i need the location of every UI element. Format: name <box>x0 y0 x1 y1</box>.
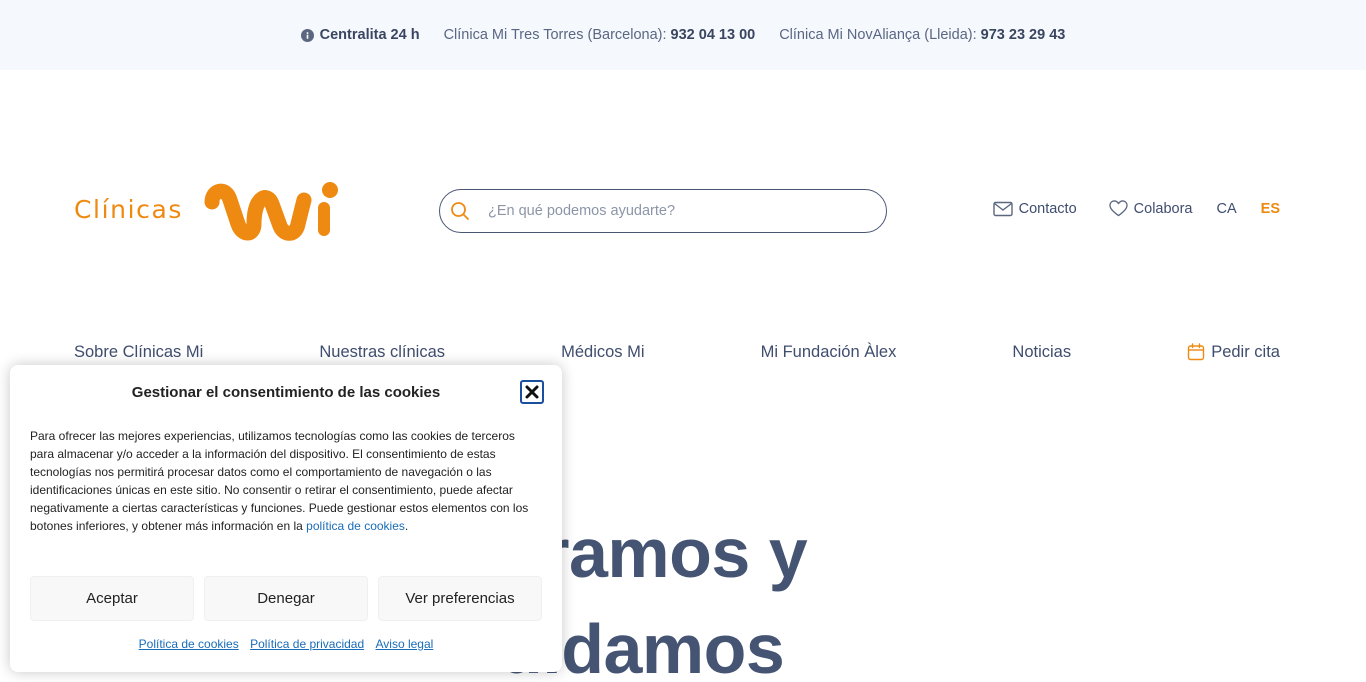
top-contact-bar: Centralita 24 h Clínica Mi Tres Torres (… <box>0 0 1366 70</box>
search-bar[interactable] <box>439 189 887 233</box>
cookie-dialog-title: Gestionar el consentimiento de las cooki… <box>131 384 441 401</box>
info-icon <box>300 28 314 42</box>
heart-icon <box>1108 200 1128 217</box>
cookie-body-end: . <box>404 519 409 533</box>
mail-icon <box>992 201 1013 216</box>
clinic1-phone-group[interactable]: Clínica Mi Tres Torres (Barcelona): 932 … <box>444 27 756 43</box>
clinic2-label: Clínica Mi NovAliança (Lleida): <box>779 27 977 43</box>
cookie-close-button[interactable] <box>520 380 544 404</box>
colabora-label: Colabora <box>1133 200 1193 217</box>
cookie-policy-inline-link[interactable]: política de cookies <box>306 519 405 533</box>
lang-es-link[interactable]: ES <box>1261 201 1280 217</box>
cookie-consent-dialog: Gestionar el consentimiento de las cooki… <box>10 365 562 672</box>
calendar-icon <box>1187 343 1205 361</box>
contact-link[interactable]: Contacto <box>992 200 1077 217</box>
accept-button[interactable]: Aceptar <box>30 576 194 621</box>
clinic1-phone[interactable]: 932 04 13 00 <box>671 27 756 43</box>
clinic2-phone-group[interactable]: Clínica Mi NovAliança (Lleida): 973 23 2… <box>779 27 1065 43</box>
pedir-cita-label: Pedir cita <box>1211 342 1280 361</box>
nav-item-noticias[interactable]: Noticias <box>1012 343 1071 362</box>
lang-ca-link[interactable]: CA <box>1217 201 1237 217</box>
logo-mi-mark <box>204 182 338 241</box>
cookie-body-text: Para ofrecer las mejores experiencias, u… <box>30 429 529 533</box>
centralita-group: Centralita 24 h <box>300 27 420 43</box>
search-icon[interactable] <box>450 201 470 221</box>
clinic1-label: Clínica Mi Tres Torres (Barcelona): <box>443 27 667 43</box>
cookie-buttons: Aceptar Denegar Ver preferencias <box>30 576 542 621</box>
header-links: Contacto Colabora CA ES <box>961 200 1280 217</box>
pedir-cita-link[interactable]: Pedir cita <box>1187 343 1280 362</box>
cookie-policy-link[interactable]: Política de cookies <box>139 637 239 651</box>
logo-text: Clínicas <box>74 195 184 224</box>
main-nav: Sobre Clínicas Mi Nuestras clínicas Médi… <box>74 340 1280 364</box>
close-icon <box>525 385 539 399</box>
clinic2-phone[interactable]: 973 23 29 43 <box>981 27 1066 43</box>
deny-button[interactable]: Denegar <box>204 576 368 621</box>
nav-item-fundacion[interactable]: Mi Fundación Àlex <box>761 343 897 362</box>
legal-notice-link[interactable]: Aviso legal <box>376 637 434 651</box>
cookie-footer-links: Política de cookies Política de privacid… <box>10 637 562 651</box>
nav-item-clinicas[interactable]: Nuestras clínicas <box>319 343 445 362</box>
search-input[interactable] <box>488 203 848 219</box>
preferences-button[interactable]: Ver preferencias <box>378 576 542 621</box>
site-logo[interactable]: Clínicas <box>74 180 344 242</box>
colabora-link[interactable]: Colabora <box>1108 200 1193 217</box>
nav-item-medicos[interactable]: Médicos Mi <box>561 343 644 362</box>
contact-label: Contacto <box>1018 200 1077 217</box>
cookie-dialog-text: Para ofrecer las mejores experiencias, u… <box>30 427 540 535</box>
privacy-policy-link[interactable]: Política de privacidad <box>250 637 364 651</box>
centralita-label: Centralita 24 h <box>319 27 420 43</box>
nav-item-sobre[interactable]: Sobre Clínicas Mi <box>74 343 203 362</box>
